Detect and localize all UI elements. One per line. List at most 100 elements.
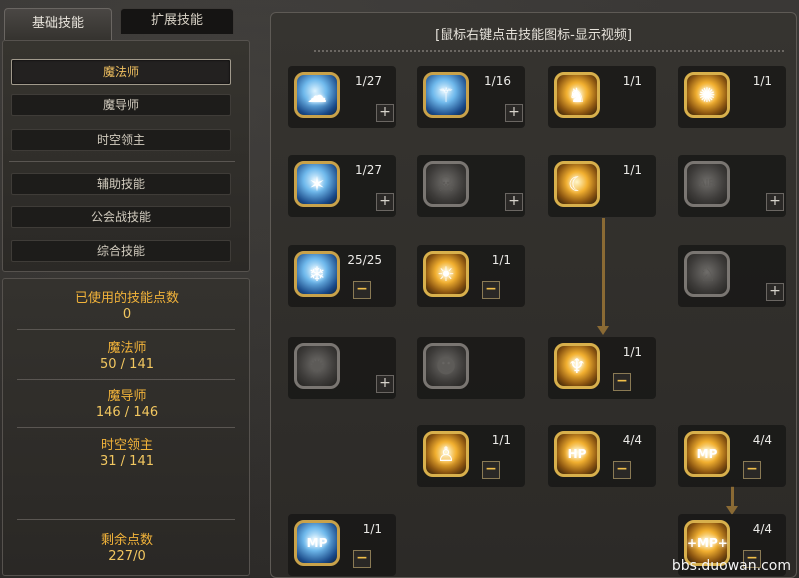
skill-slot[interactable]: ☀ 1/1 − [417, 245, 525, 307]
remove-point-button[interactable]: − [482, 281, 500, 299]
crescent-slash-icon[interactable]: ☾ [554, 161, 600, 207]
category-support-skills[interactable]: 辅助技能 [11, 173, 231, 195]
skill-icon-glyph: ☠ [437, 172, 455, 196]
warlock-points-value: 146 / 146 [95, 405, 159, 420]
skill-slot[interactable]: ☁ 1/27 + [288, 66, 396, 128]
skill-icon-glyph: ♆ [568, 354, 586, 378]
skill-slot[interactable]: HP 4/4 − [548, 425, 656, 487]
skill-icon-glyph: ⚚ [437, 83, 455, 107]
skull-icon[interactable]: ☠ [423, 161, 469, 207]
skill-slot[interactable]: ⚚ 1/16 + [417, 66, 525, 128]
skill-level: 4/4 [622, 433, 642, 447]
skill-slot[interactable]: MP 4/4 − [678, 425, 786, 487]
skill-icon-glyph: ✹ [308, 354, 326, 378]
skill-level: 1/1 [622, 345, 642, 359]
star-shatter-icon[interactable]: ✶ [294, 161, 340, 207]
skill-icon-glyph: ❄ [308, 262, 326, 286]
skill-level: 4/4 [752, 522, 772, 536]
remove-point-button[interactable]: − [482, 461, 500, 479]
remove-point-button[interactable]: − [743, 461, 761, 479]
skill-level: 1/1 [491, 433, 511, 447]
skill-slot[interactable]: ☾ 1/1 [548, 155, 656, 217]
skill-icon-glyph: MP [696, 447, 718, 461]
remove-point-button[interactable]: − [613, 461, 631, 479]
skill-icon-glyph: ☀ [437, 262, 455, 286]
skill-slot[interactable]: ♞ 1/1 [548, 66, 656, 128]
skill-points-panel: 已使用的技能点数 0 魔法师 50 / 141 魔导师 146 / 146 时空… [2, 278, 250, 576]
remove-point-button[interactable]: − [613, 373, 631, 391]
ice-burst-icon[interactable]: ❄ [294, 251, 340, 297]
skill-icon-glyph: ✺ [698, 83, 716, 107]
skill-level: 1/16 [484, 74, 511, 88]
skill-icon-glyph: ✶ [308, 172, 326, 196]
add-point-button[interactable]: + [376, 193, 394, 211]
skill-slot[interactable]: ✶ 1/27 + [288, 155, 396, 217]
skill-slot[interactable]: ♆ 1/1 − [548, 337, 656, 399]
skill-slot[interactable]: ✺ 1/1 [678, 66, 786, 128]
leaping-figure-icon[interactable]: ♙ [423, 431, 469, 477]
category-divider [9, 161, 235, 162]
skill-slot[interactable]: ☻ [417, 337, 525, 399]
tab-extended-skills[interactable]: 扩展技能 [120, 8, 234, 34]
boot-kick-icon[interactable]: ♞ [554, 72, 600, 118]
category-guild-war-skills[interactable]: 公会战技能 [11, 206, 231, 228]
spark-burst-icon[interactable]: ✺ [684, 72, 730, 118]
prerequisite-connector [731, 486, 734, 508]
add-point-button[interactable]: + [766, 283, 784, 301]
stats-divider [17, 519, 235, 520]
add-point-button[interactable]: + [505, 193, 523, 211]
skill-icon-glyph: ☻ [435, 354, 457, 378]
remaining-points-value: 227/0 [108, 549, 146, 564]
cloud-wave-icon[interactable]: ☁ [294, 72, 340, 118]
add-point-button[interactable]: + [505, 104, 523, 122]
skill-icon-glyph: ♘ [698, 262, 716, 286]
skill-slot[interactable]: ❄ 25/25 − [288, 245, 396, 307]
skill-level: 25/25 [347, 253, 382, 267]
skill-level: 1/27 [355, 74, 382, 88]
skill-slot[interactable]: AIR + [678, 155, 786, 217]
remove-point-button[interactable]: − [353, 281, 371, 299]
chronomancer-points-value: 31 / 141 [100, 454, 154, 469]
skill-icon-glyph: +MP+ [687, 536, 728, 550]
skill-slot[interactable]: MP 1/1 − [288, 514, 396, 576]
remove-point-button[interactable]: − [353, 550, 371, 568]
category-general-skills[interactable]: 综合技能 [11, 240, 231, 262]
skill-slot[interactable]: ☠ + [417, 155, 525, 217]
add-point-button[interactable]: + [376, 375, 394, 393]
skill-icon-glyph: AIR [698, 178, 716, 189]
watermark-text: bbs.duowan.com [671, 558, 791, 574]
air-icon[interactable]: AIR [684, 161, 730, 207]
mp-down-icon[interactable]: MP [294, 520, 340, 566]
dark-vortex-icon[interactable]: ✹ [294, 343, 340, 389]
skill-icon-glyph: ☾ [568, 172, 586, 196]
skill-window: 基础技能 扩展技能 魔法师 魔导师 时空领主 辅助技能 公会战技能 综合技能 已… [0, 0, 799, 578]
skill-slot[interactable]: ✹ + [288, 337, 396, 399]
staff-orb-icon[interactable]: ⚚ [423, 72, 469, 118]
category-chronomancer[interactable]: 时空领主 [11, 129, 231, 151]
radiant-figure-icon[interactable]: ☀ [423, 251, 469, 297]
category-mage[interactable]: 魔法师 [11, 59, 231, 85]
video-hint-text: [鼠标右键点击技能图标-显示视频] [435, 28, 632, 43]
skill-slot[interactable]: ♙ 1/1 − [417, 425, 525, 487]
mp-boost-icon[interactable]: MP [684, 431, 730, 477]
warlock-points-label: 魔导师 [107, 389, 147, 404]
skill-level: 1/1 [752, 74, 772, 88]
skill-level: 1/27 [355, 163, 382, 177]
chronomancer-points-label: 时空领主 [100, 438, 153, 453]
tab-basic-skills[interactable]: 基础技能 [4, 8, 112, 40]
dragon-head-icon[interactable]: ♘ [684, 251, 730, 297]
stone-face-icon[interactable]: ☻ [423, 343, 469, 389]
hp-boost-icon[interactable]: HP [554, 431, 600, 477]
skill-icon-glyph: ♞ [568, 83, 586, 107]
add-point-button[interactable]: + [376, 104, 394, 122]
skill-icon-glyph: MP [306, 536, 328, 550]
connector-arrow-icon [597, 326, 609, 335]
skill-icon-glyph: ☁ [307, 83, 327, 107]
add-point-button[interactable]: + [766, 193, 784, 211]
category-warlock[interactable]: 魔导师 [11, 94, 231, 116]
figure-arms-up-icon[interactable]: ♆ [554, 343, 600, 389]
skill-slot[interactable]: ♘ + [678, 245, 786, 307]
stats-divider [17, 427, 235, 428]
skill-level: 1/1 [491, 253, 511, 267]
skill-level: 1/1 [362, 522, 382, 536]
